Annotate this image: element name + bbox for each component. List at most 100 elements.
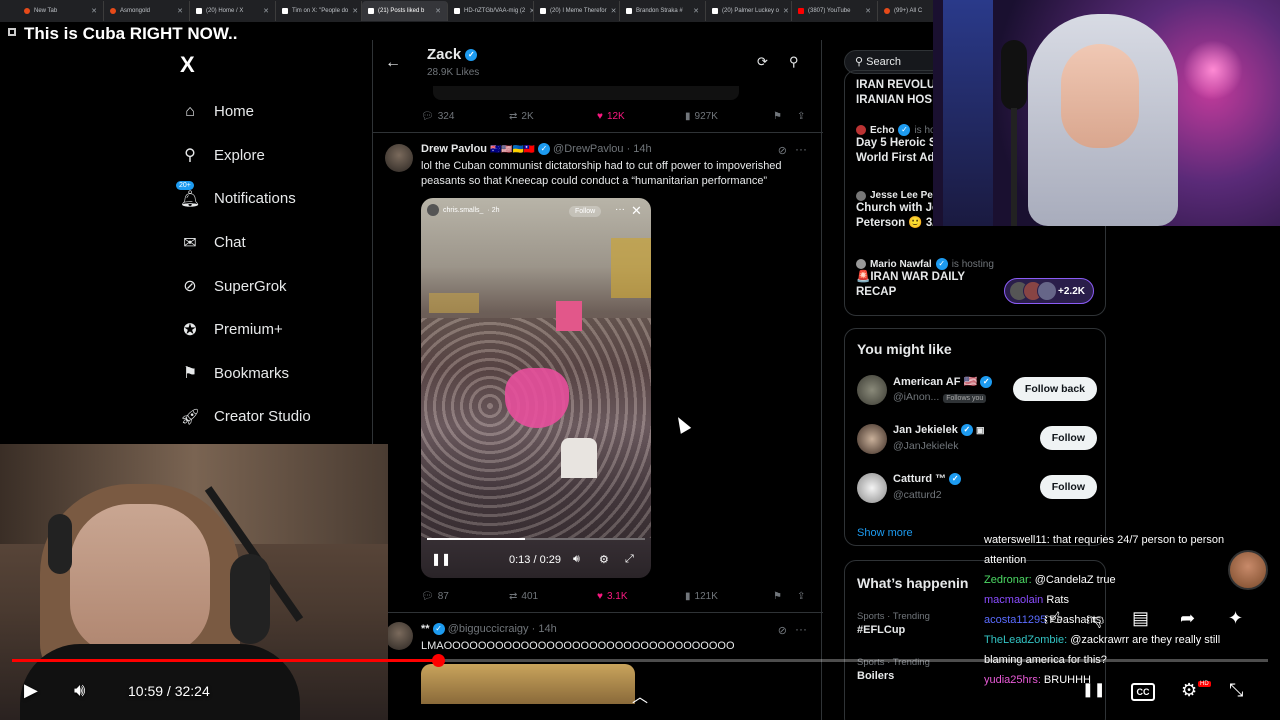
- dislike-icon[interactable]: 👎︎: [1086, 608, 1104, 630]
- bookmark-icon[interactable]: ⚑: [773, 591, 782, 602]
- live-space-item[interactable]: IRAN REVOLU IRANIAN HOS: [856, 78, 935, 108]
- browser-tab[interactable]: Brandon Straka # ✕: [620, 1, 706, 21]
- nav-explore[interactable]: ⚲ Explore: [180, 134, 311, 178]
- player-progress-bar[interactable]: [12, 659, 1268, 662]
- close-tab-icon[interactable]: ✕: [693, 7, 699, 15]
- exit-fullscreen-icon[interactable]: ⤡: [1229, 680, 1243, 701]
- channel-avatar[interactable]: [1228, 550, 1268, 590]
- refresh-icon[interactable]: ⟳: [757, 54, 768, 70]
- grok-icon[interactable]: ⊘: [778, 624, 787, 637]
- live-space-item[interactable]: Echo✓is ho Day 5 Heroic S World First Ad: [856, 124, 937, 166]
- volume-icon[interactable]: 🔊︎: [573, 553, 580, 566]
- space-speakers-pill[interactable]: +2.2K: [1004, 278, 1094, 304]
- settings-icon[interactable]: ⚙: [1181, 680, 1197, 701]
- like-button[interactable]: ♥ 3.1K: [597, 591, 628, 602]
- x-logo-icon[interactable]: X: [180, 52, 195, 78]
- close-tab-icon[interactable]: ✕: [865, 7, 871, 15]
- suggestion-row[interactable]: Jan Jekielek ✓ ▣ @JanJekielek Follow: [857, 422, 1097, 458]
- chat-username[interactable]: Zedronar:: [984, 574, 1032, 586]
- tweet-author-handle[interactable]: @DrewPavlou: [553, 143, 623, 155]
- follow-button[interactable]: Follow: [1039, 426, 1097, 450]
- comments-icon[interactable]: ▤: [1132, 608, 1149, 629]
- browser-tab[interactable]: (20) Home / X ✕: [190, 1, 276, 21]
- views-button[interactable]: ▮ 121K: [685, 591, 718, 602]
- tweet-author-name[interactable]: **: [421, 623, 430, 635]
- browser-tab[interactable]: Tim on X: "People do ✕: [276, 1, 362, 21]
- browser-tab[interactable]: New Tab ✕: [18, 1, 104, 21]
- share-icon[interactable]: ⇪: [797, 591, 805, 602]
- suggestion-row[interactable]: American AF 🇺🇸 ✓ @iAnon... Follows you Fo…: [857, 373, 1097, 409]
- pause-icon[interactable]: ❚❚: [431, 552, 451, 566]
- nav-creator-studio[interactable]: 🚀︎ Creator Studio: [180, 395, 311, 439]
- pause-icon[interactable]: ❚❚: [1082, 681, 1105, 698]
- tweet-video[interactable]: chris.smalls_ · 2h Follow ··· ✕ ❚❚ 0:13 …: [421, 198, 651, 578]
- show-more-link[interactable]: Show more: [857, 527, 913, 539]
- close-tab-icon[interactable]: ✕: [177, 7, 183, 15]
- reply-button[interactable]: 💬︎ 87: [421, 591, 449, 602]
- grok-icon[interactable]: ⊘: [778, 144, 787, 157]
- window-menu-icon[interactable]: [8, 28, 16, 36]
- fullscreen-icon[interactable]: ⤢: [625, 553, 634, 566]
- live-space-item[interactable]: Mario Nawfal ✓ is hosting 🚨IRAN WAR DAILY …: [856, 258, 994, 300]
- repost-button[interactable]: ⇄ 2K: [509, 111, 534, 122]
- browser-tab[interactable]: (21) Posts liked b ✕: [362, 1, 448, 21]
- tweet-media[interactable]: [421, 664, 635, 704]
- close-tab-icon[interactable]: ✕: [611, 7, 617, 15]
- browser-tab[interactable]: (20) Palmer Luckey o ✕: [706, 1, 792, 21]
- volume-icon[interactable]: 🔊︎: [74, 680, 85, 701]
- sparkle-icon[interactable]: ✦: [1228, 608, 1243, 629]
- nav-supergrok[interactable]: ⊘ SuperGrok: [180, 264, 311, 308]
- chat-username[interactable]: yudia25hrs:: [984, 674, 1041, 686]
- follow-button[interactable]: Follow: [1039, 475, 1097, 499]
- close-tab-icon[interactable]: ✕: [435, 7, 441, 15]
- previous-tweet-media[interactable]: [433, 86, 739, 100]
- like-button[interactable]: ♥ 12K: [597, 111, 625, 122]
- suggestion-row[interactable]: Catturd ™ ✓ @catturd2 Follow: [857, 471, 1097, 507]
- close-icon[interactable]: ✕: [631, 203, 642, 219]
- like-icon[interactable]: 👍︎: [1044, 608, 1063, 630]
- browser-tab[interactable]: (3807) YouTube ✕: [792, 1, 878, 21]
- chevron-up-icon[interactable]: ︿: [632, 683, 648, 707]
- back-arrow-icon[interactable]: ←: [385, 54, 401, 72]
- nav-bookmarks[interactable]: ⚑ Bookmarks: [180, 352, 311, 396]
- chat-username[interactable]: TheLeadZombie:: [984, 634, 1067, 646]
- browser-tab[interactable]: (20) I Meme Therefor ✕: [534, 1, 620, 21]
- share-icon[interactable]: ➦: [1180, 608, 1195, 629]
- nav-premium[interactable]: ✪ Premium+: [180, 308, 311, 352]
- more-options-icon[interactable]: ···: [795, 622, 807, 636]
- tweet-author-handle[interactable]: @bigguccicraigy: [448, 623, 529, 635]
- captions-button[interactable]: CC: [1131, 683, 1155, 701]
- share-icon[interactable]: ⇪: [797, 111, 805, 122]
- play-icon[interactable]: ▶: [24, 680, 38, 701]
- close-tab-icon[interactable]: ✕: [352, 7, 358, 15]
- browser-tab[interactable]: HD-nZTGb/VAA-mig (2✕: [448, 1, 534, 21]
- tweet-time[interactable]: · 14h: [627, 143, 652, 155]
- video-follow-button[interactable]: Follow: [569, 206, 602, 217]
- follow-back-button[interactable]: Follow back: [1012, 377, 1097, 401]
- video-more-icon[interactable]: ···: [615, 204, 625, 215]
- nav-notifications[interactable]: 🔔︎ 20+ Notifications: [176, 177, 311, 221]
- reply-button[interactable]: 💬︎ 324: [421, 111, 454, 122]
- chat-username[interactable]: waterswell11:: [984, 534, 1050, 546]
- chat-username[interactable]: acosta11295: [984, 614, 1046, 626]
- bookmark-icon[interactable]: ⚑: [773, 111, 782, 122]
- avatar[interactable]: [385, 622, 413, 650]
- nav-home[interactable]: ⌂ Home: [180, 90, 311, 134]
- nav-chat[interactable]: ✉ Chat: [180, 221, 311, 265]
- browser-tab[interactable]: Asmongold ✕: [104, 1, 190, 21]
- repost-button[interactable]: ⇄ 401: [509, 591, 538, 602]
- player-scrubber-handle[interactable]: [431, 654, 445, 667]
- video-progress-bar[interactable]: [427, 538, 645, 540]
- close-tab-icon[interactable]: ✕: [263, 7, 269, 15]
- search-icon[interactable]: ⚲: [789, 54, 799, 70]
- settings-icon[interactable]: ⚙: [599, 553, 609, 566]
- tweet-author-name[interactable]: Drew Pavlou: [421, 143, 487, 155]
- close-tab-icon[interactable]: ✕: [783, 7, 789, 15]
- tweet-time[interactable]: · 14h: [532, 623, 557, 635]
- more-options-icon[interactable]: ···: [795, 142, 807, 156]
- views-button[interactable]: ▮ 927K: [685, 111, 718, 122]
- trend-item[interactable]: Sports · Trending #EFLCup: [857, 611, 930, 636]
- close-tab-icon[interactable]: ✕: [91, 7, 97, 15]
- chat-username[interactable]: macmaolain: [984, 594, 1043, 606]
- avatar[interactable]: [385, 144, 413, 172]
